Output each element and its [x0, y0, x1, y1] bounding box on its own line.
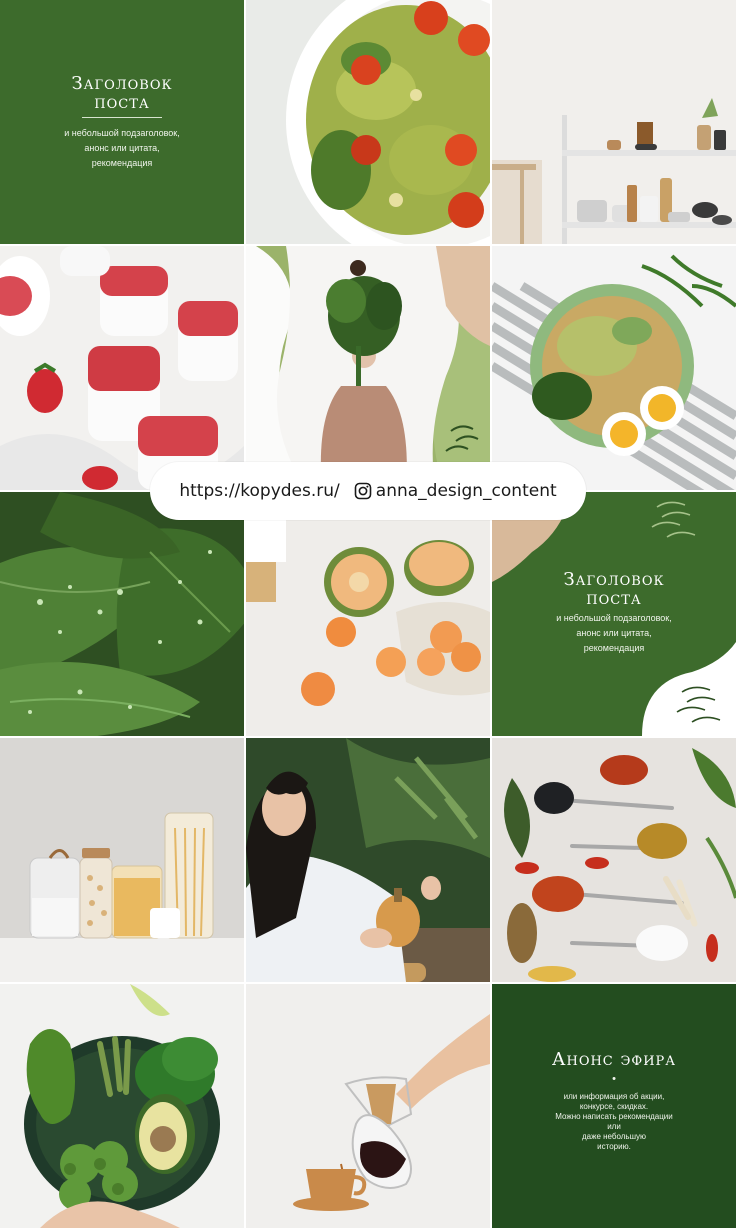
hosta-leaves-photo[interactable] [0, 492, 244, 736]
live-body-line6: историю. [597, 1142, 631, 1151]
post-subtitle-line3: рекомендация [583, 643, 645, 653]
post-subtitle-line2: анонс или цитата, [84, 143, 160, 153]
instagram-grid: Заголовок поста и небольшой подзаголовок… [0, 0, 736, 1228]
woman-with-greens-photo[interactable] [246, 246, 490, 490]
bullet-dot: • [612, 1073, 616, 1085]
instagram-icon [354, 482, 372, 500]
melon-and-apricots-photo[interactable] [246, 492, 490, 736]
live-body-line4: или [607, 1122, 621, 1131]
instagram-handle-link[interactable]: anna_design_content [376, 481, 557, 501]
spices-spoons-photo[interactable] [492, 738, 736, 982]
live-body-line1: или информация об акции, [563, 1092, 665, 1101]
salad-bowl-with-egg-photo[interactable] [492, 246, 736, 490]
post-subtitle-line2: анонс или цитата, [576, 628, 652, 638]
post-subtitle-line3: рекомендация [91, 158, 153, 168]
live-announcement-tile[interactable]: Анонс эфира • или информация об акции, к… [492, 984, 736, 1228]
post-title-tile[interactable]: Заголовок поста и небольшой подзаголовок… [0, 0, 244, 244]
website-link[interactable]: https://kopydes.ru/ [179, 481, 339, 501]
live-announcement-title: Анонс эфира [551, 1049, 677, 1070]
strawberry-dessert-photo[interactable] [0, 246, 244, 490]
post-title-line2: поста [586, 588, 642, 609]
live-body-line2: конкурсе, скидках. [579, 1102, 649, 1111]
live-body-line5: даже небольшую [581, 1132, 647, 1141]
contact-banner: https://kopydes.ru/ anna_design_content [150, 462, 586, 520]
chemex-coffee-photo[interactable] [246, 984, 490, 1228]
vegetable-bowl-photo[interactable] [0, 984, 244, 1228]
post-title-line1: Заголовок [563, 569, 665, 590]
kitchen-shelf-photo[interactable] [492, 0, 736, 244]
post-title-line1: Заголовок [71, 73, 173, 94]
title-divider [82, 117, 162, 118]
woman-with-squash-photo[interactable] [246, 738, 490, 982]
post-subtitle-line1: и небольшой подзаголовок, [556, 613, 672, 623]
post-subtitle-line1: и небольшой подзаголовок, [64, 128, 180, 138]
pantry-jars-photo[interactable] [0, 738, 244, 982]
pasta-salad-photo[interactable] [246, 0, 490, 244]
post-title-tile-2[interactable]: Заголовок поста и небольшой подзаголовок… [492, 492, 736, 736]
post-title-line2: поста [94, 92, 150, 113]
live-body-line3: Можно написать рекомендации [555, 1112, 673, 1121]
